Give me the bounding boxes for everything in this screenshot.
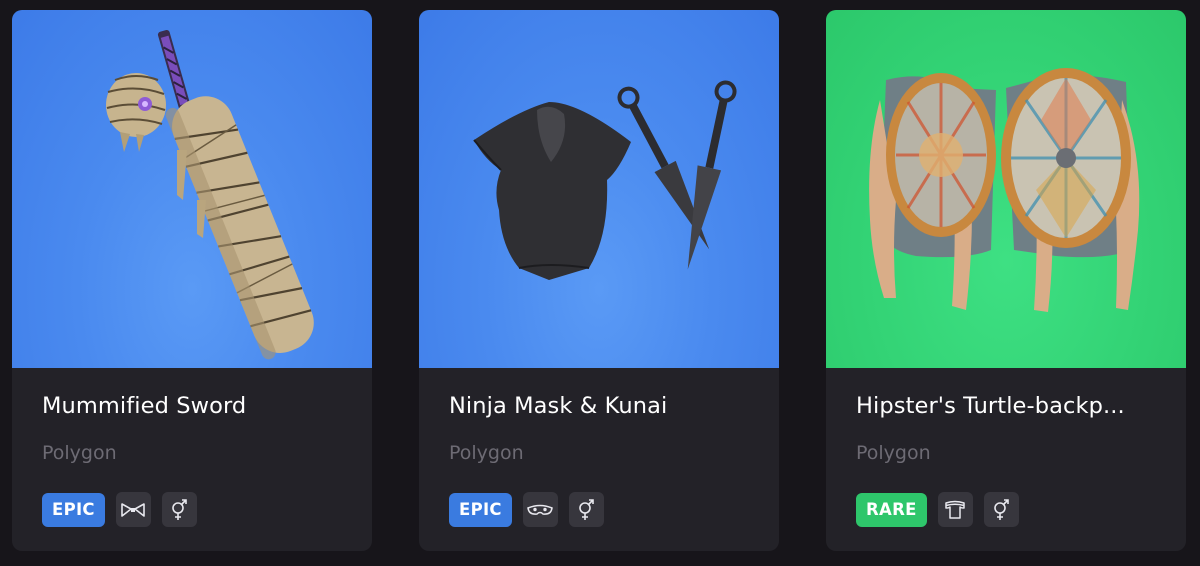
item-tags: EPIC xyxy=(42,492,197,527)
rarity-badge: EPIC xyxy=(42,492,105,527)
item-creator: Polygon xyxy=(449,442,524,464)
gender-tag xyxy=(568,492,604,527)
rarity-badge: RARE xyxy=(856,492,927,527)
item-preview-image xyxy=(419,10,779,368)
slot-tag xyxy=(115,492,151,527)
mask-icon xyxy=(527,504,554,515)
shirt-icon xyxy=(945,500,965,519)
item-tags: RARE xyxy=(856,492,1019,527)
item-title: Mummified Sword xyxy=(42,393,247,419)
rarity-badge: EPIC xyxy=(449,492,512,527)
item-grid: Mummified Sword Polygon EPIC Ninja Mask … xyxy=(0,0,1200,566)
item-card[interactable]: Mummified Sword Polygon EPIC xyxy=(12,10,372,551)
item-card[interactable]: Hipster's Turtle-backp... Polygon RARE xyxy=(826,10,1186,551)
item-title: Hipster's Turtle-backp... xyxy=(856,393,1125,419)
item-card[interactable]: Ninja Mask & Kunai Polygon EPIC xyxy=(419,10,779,551)
mummified-sword-render xyxy=(106,30,314,360)
item-preview-image xyxy=(826,10,1186,368)
gender-tag xyxy=(983,492,1019,527)
unisex-icon xyxy=(994,498,1009,520)
slot-tag xyxy=(522,492,558,527)
ninja-mask-kunai-render xyxy=(473,80,737,280)
unisex-icon xyxy=(579,498,595,520)
item-title: Ninja Mask & Kunai xyxy=(449,393,668,419)
item-creator: Polygon xyxy=(42,442,117,464)
item-tags: EPIC xyxy=(449,492,604,527)
item-preview-image xyxy=(12,10,372,368)
slot-tag xyxy=(937,492,973,527)
unisex-icon xyxy=(172,498,188,520)
gender-tag xyxy=(161,492,197,527)
bowtie-icon xyxy=(121,502,146,517)
item-creator: Polygon xyxy=(856,442,931,464)
turtle-backpack-shirt-render xyxy=(869,68,1140,312)
